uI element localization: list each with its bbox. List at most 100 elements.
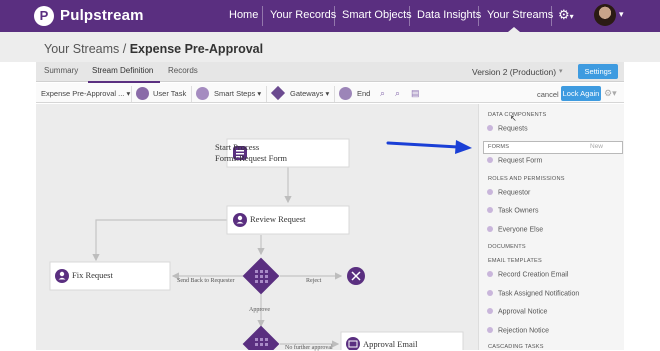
breadcrumb-parent[interactable]: Your Streams / (44, 42, 126, 56)
settings-gear-icon[interactable]: ⚙▾ (558, 7, 574, 23)
end-button[interactable]: End (357, 89, 370, 98)
chevron-down-icon: ▾ (126, 89, 131, 98)
gateways-label: Gateways (290, 89, 324, 98)
bullet-icon (487, 271, 493, 277)
lock-again-button[interactable]: Lock Again (561, 86, 601, 101)
page-title: Expense Pre-Approval (129, 42, 264, 56)
reject-label: Reject (306, 278, 322, 284)
smart-steps-icon[interactable] (196, 87, 209, 100)
sidebar-item-label: Request Form (498, 157, 543, 165)
start-line-2: Forms:Request Form (215, 153, 288, 163)
gateway-diamond (242, 325, 280, 350)
bullet-icon (487, 189, 493, 195)
gear-caret-icon: ▾ (569, 12, 574, 21)
form-select[interactable]: Expense Pre-Approval ... ▾ (41, 89, 130, 98)
zoom-in-icon[interactable]: ⌕ (380, 88, 385, 99)
user-task-icon[interactable] (136, 87, 149, 100)
bullet-icon (487, 327, 493, 333)
sidebar-item-requestor[interactable]: Requestor (487, 189, 530, 197)
send-back-label: Send Back to Requester (177, 278, 235, 284)
gateway-grid-icon (255, 270, 268, 283)
gateways-button[interactable]: Gateways ▾ (290, 89, 329, 98)
section-data-components: DATA COMPONENTS (488, 112, 547, 118)
toolbar-divider (334, 86, 335, 102)
tab-summary[interactable]: Summary (44, 66, 78, 75)
section-email-templates: EMAIL TEMPLATES (488, 258, 542, 264)
bullet-icon (487, 157, 493, 163)
new-form-link[interactable]: New (590, 143, 603, 150)
nav-your-streams[interactable]: Your Streams (487, 9, 553, 21)
cancel-link[interactable]: cancel (537, 90, 559, 99)
user-avatar[interactable] (594, 4, 616, 26)
sidebar-item-label: Record Creation Email (498, 271, 569, 279)
nav-smart-objects[interactable]: Smart Objects (342, 9, 412, 21)
fix-request-label: Fix Request (72, 270, 113, 280)
chevron-down-icon[interactable]: ▾ (619, 9, 624, 20)
brand-name[interactable]: Pulpstream (60, 7, 144, 24)
chevron-down-icon[interactable]: ▾ (559, 67, 563, 75)
sidebar-item-approval-notice[interactable]: Approval Notice (487, 308, 547, 316)
sidebar-item-label: Approval Notice (498, 308, 548, 316)
section-documents: DOCUMENTS (488, 244, 526, 250)
bullet-icon (487, 226, 493, 232)
sidebar-item-request-form[interactable]: Request Form (487, 157, 542, 165)
sidebar-item-label: Everyone Else (498, 226, 544, 234)
nav-divider (262, 6, 263, 26)
nav-divider (551, 6, 552, 26)
chevron-down-icon: ▾ (257, 89, 262, 98)
nav-your-records[interactable]: Your Records (270, 9, 336, 21)
chevron-down-icon: ▾ (325, 89, 330, 98)
annotation-arrow-icon (386, 140, 472, 154)
toolbar-divider (191, 86, 192, 102)
section-forms: FORMS (488, 144, 510, 150)
sidebar-item-label: Requests (498, 125, 528, 133)
smart-steps-label: Smart Steps (214, 89, 256, 98)
start-process-label: Start Process Forms:Request Form (215, 142, 287, 164)
nav-home[interactable]: Home (229, 9, 258, 21)
approve-label: Approve (249, 307, 270, 313)
form-select-label: Expense Pre-Approval ... (41, 89, 125, 98)
start-line-1: Start Process (215, 142, 260, 152)
nav-divider (409, 6, 410, 26)
bullet-icon (487, 125, 493, 131)
no-further-approval-label: No further approval (285, 345, 333, 351)
right-margin (624, 62, 660, 350)
left-margin (0, 62, 36, 350)
gear-icon[interactable]: ⚙▾ (604, 88, 617, 99)
breadcrumb: Your Streams / Expense Pre-Approval (44, 42, 263, 56)
user-task-button[interactable]: User Task (153, 89, 186, 98)
sidebar-item-record-creation-email[interactable]: Record Creation Email (487, 271, 568, 279)
nav-divider (334, 6, 335, 26)
section-cascading-tasks: CASCADING TASKS (488, 344, 544, 350)
mouse-cursor-icon: ↖ (510, 114, 517, 123)
section-roles: ROLES AND PERMISSIONS (488, 176, 565, 182)
sidebar-item-label: Task Owners (498, 207, 539, 215)
end-icon[interactable] (339, 87, 352, 100)
bullet-icon (487, 207, 493, 213)
nav-divider (478, 6, 479, 26)
toolbar-divider (131, 86, 132, 102)
bullet-icon (487, 290, 493, 296)
version-select[interactable]: Version 2 (Production) (472, 67, 556, 77)
sidebar-item-label: Rejection Notice (498, 327, 549, 335)
zoom-out-icon[interactable]: ⌕ (395, 88, 400, 99)
pulpstream-logo-icon[interactable]: P (34, 6, 54, 26)
tab-records[interactable]: Records (168, 66, 198, 75)
approval-email-label: Approval Email (363, 339, 418, 349)
sidebar-item-label: Task Assigned Notification (498, 290, 580, 298)
sidebar-item-label: Requestor (498, 189, 531, 197)
sidebar-item-task-assigned-notification[interactable]: Task Assigned Notification (487, 290, 579, 298)
toolbar-divider (266, 86, 267, 102)
sidebar-item-everyone-else[interactable]: Everyone Else (487, 226, 543, 234)
nav-data-insights[interactable]: Data Insights (417, 9, 481, 21)
print-icon[interactable]: ▤ (411, 88, 420, 99)
review-request-label: Review Request (250, 214, 306, 224)
tab-stream-definition[interactable]: Stream Definition (92, 66, 153, 75)
connector-arrow (92, 219, 228, 262)
sidebar-item-task-owners[interactable]: Task Owners (487, 207, 538, 215)
smart-steps-button[interactable]: Smart Steps ▾ (214, 89, 261, 98)
sidebar-item-rejection-notice[interactable]: Rejection Notice (487, 327, 549, 335)
sidebar-item-requests[interactable]: Requests (487, 125, 528, 133)
settings-button[interactable]: Settings (578, 64, 618, 79)
bullet-icon (487, 308, 493, 314)
